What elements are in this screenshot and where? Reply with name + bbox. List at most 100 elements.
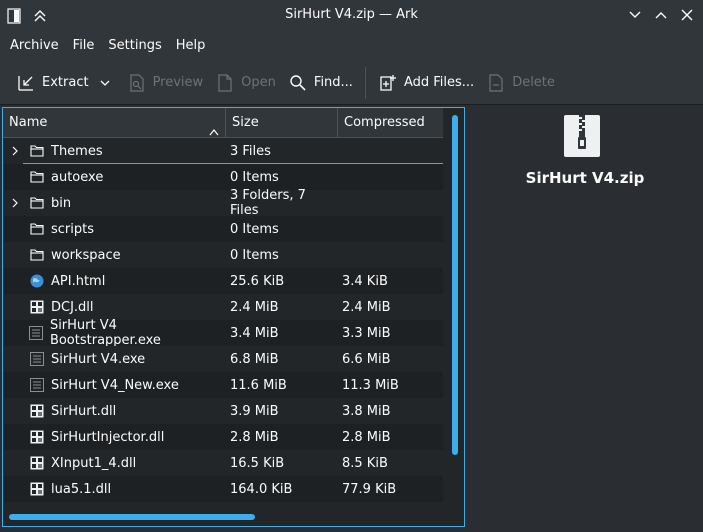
file-row[interactable]: SirHurt.dll 3.9 MiB 3.8 MiB — [3, 398, 443, 424]
vertical-scrollbar[interactable] — [452, 115, 458, 455]
column-header-name[interactable]: Name — [3, 108, 226, 138]
file-size: 3 Files — [230, 143, 271, 159]
file-name-cell: Themes — [3, 143, 226, 159]
delete-file-icon — [486, 73, 506, 93]
file-name: SirHurt V4_New.exe — [51, 377, 179, 393]
file-size: 11.6 MiB — [230, 377, 287, 393]
file-row[interactable]: workspace 0 Items — [3, 242, 443, 268]
file-row[interactable]: XInput1_4.dll 16.5 KiB 8.5 KiB — [3, 450, 443, 476]
column-size-label: Size — [232, 115, 259, 130]
file-row[interactable]: bin 3 Folders, 7 Files — [3, 188, 443, 218]
minimize-icon[interactable] — [627, 5, 643, 25]
library-file-icon — [29, 429, 45, 445]
file-name: scripts — [51, 221, 94, 237]
menu-archive[interactable]: Archive — [3, 31, 66, 61]
extract-button[interactable]: Extract — [10, 67, 95, 99]
open-document-icon — [215, 73, 235, 93]
library-file-icon — [29, 403, 45, 419]
file-compressed-size: 11.3 MiB — [342, 377, 399, 393]
open-button[interactable]: Open — [209, 67, 282, 99]
folder-icon — [29, 195, 45, 211]
file-name: bin — [51, 195, 72, 211]
file-name-cell: SirHurt V4.exe — [3, 351, 226, 367]
preview-button[interactable]: Preview — [121, 67, 210, 99]
toolbar-separator — [364, 66, 366, 99]
file-name: XInput1_4.dll — [51, 455, 137, 471]
add-files-button[interactable]: Add Files... — [372, 67, 480, 99]
file-name-cell: API.html — [3, 273, 226, 289]
column-compressed-label: Compressed — [344, 115, 425, 130]
file-row[interactable]: DCJ.dll 2.4 MiB 2.4 MiB — [3, 294, 443, 320]
maximize-icon[interactable] — [653, 5, 669, 25]
file-name-cell: lua5.1.dll — [3, 481, 226, 497]
file-size: 16.5 KiB — [230, 455, 285, 471]
html-file-icon — [29, 273, 45, 289]
file-name: DCJ.dll — [51, 299, 94, 315]
expand-chevron-icon[interactable] — [7, 143, 23, 159]
file-row[interactable]: lua5.1.dll 164.0 KiB 77.9 KiB — [3, 476, 443, 502]
preview-panel: SirHurt V4.zip — [467, 107, 703, 532]
file-compressed-size: 6.6 MiB — [342, 351, 391, 367]
file-name: workspace — [51, 247, 121, 263]
open-label: Open — [241, 75, 276, 90]
menu-help[interactable]: Help — [169, 31, 213, 61]
file-compressed-size: 77.9 KiB — [342, 481, 397, 497]
file-compressed-size: 8.5 KiB — [342, 455, 388, 471]
executable-file-icon — [29, 351, 45, 367]
file-compressed-size: 2.4 MiB — [342, 299, 391, 315]
horizontal-scrollbar[interactable] — [9, 514, 255, 520]
file-name-cell: SirHurtInjector.dll — [3, 429, 226, 445]
column-header-compressed[interactable]: Compressed — [338, 108, 443, 138]
file-size: 2.4 MiB — [230, 299, 279, 315]
file-size: 3.9 MiB — [230, 403, 279, 419]
library-file-icon — [29, 455, 45, 471]
file-row[interactable]: SirHurt V4.exe 6.8 MiB 6.6 MiB — [3, 346, 443, 372]
zip-archive-icon — [564, 115, 600, 157]
add-file-icon — [378, 73, 398, 93]
file-row[interactable]: scripts 0 Items — [3, 216, 443, 242]
file-name: SirHurtInjector.dll — [51, 429, 165, 445]
executable-file-icon — [28, 325, 44, 341]
file-name-cell: scripts — [3, 221, 226, 237]
file-name-cell: SirHurt V4 Bootstrapper.exe — [3, 318, 226, 348]
file-row[interactable]: Themes 3 Files — [3, 138, 443, 164]
expand-chevron-icon[interactable] — [7, 195, 23, 211]
delete-button[interactable]: Delete — [480, 67, 561, 99]
extract-icon — [16, 73, 36, 93]
file-size: 25.6 KiB — [230, 273, 285, 289]
file-name: SirHurt V4 Bootstrapper.exe — [49, 318, 161, 348]
executable-file-icon — [29, 377, 45, 393]
menu-file[interactable]: File — [66, 31, 102, 61]
close-icon[interactable] — [679, 5, 695, 25]
column-header-size[interactable]: Size — [226, 108, 338, 138]
extract-label: Extract — [42, 75, 89, 90]
file-size: 6.8 MiB — [230, 351, 279, 367]
archive-file-list[interactable]: Name Size Compressed Themes 3 Files autoex… — [2, 107, 465, 527]
file-compressed-size: 3.4 KiB — [342, 273, 388, 289]
file-size: 3 Folders, 7 Files — [230, 188, 306, 218]
extract-dropdown-icon[interactable] — [97, 75, 113, 91]
file-row[interactable]: API.html 25.6 KiB 3.4 KiB — [3, 268, 443, 294]
delete-label: Delete — [512, 75, 555, 90]
file-name: SirHurt.dll — [51, 403, 117, 419]
menu-settings[interactable]: Settings — [101, 31, 168, 61]
file-row[interactable]: SirHurt V4_New.exe 11.6 MiB 11.3 MiB — [3, 372, 443, 398]
file-name-cell: SirHurt.dll — [3, 403, 226, 419]
file-name: lua5.1.dll — [51, 481, 112, 497]
file-row[interactable]: autoexe 0 Items — [3, 164, 443, 190]
find-button[interactable]: Find... — [282, 67, 359, 99]
file-size: 0 Items — [230, 247, 279, 263]
file-row[interactable]: SirHurtInjector.dll 2.8 MiB 2.8 MiB — [3, 424, 443, 450]
file-row[interactable]: SirHurt V4 Bootstrapper.exe 3.4 MiB 3.3 Mi… — [3, 318, 443, 348]
library-file-icon — [29, 299, 45, 315]
